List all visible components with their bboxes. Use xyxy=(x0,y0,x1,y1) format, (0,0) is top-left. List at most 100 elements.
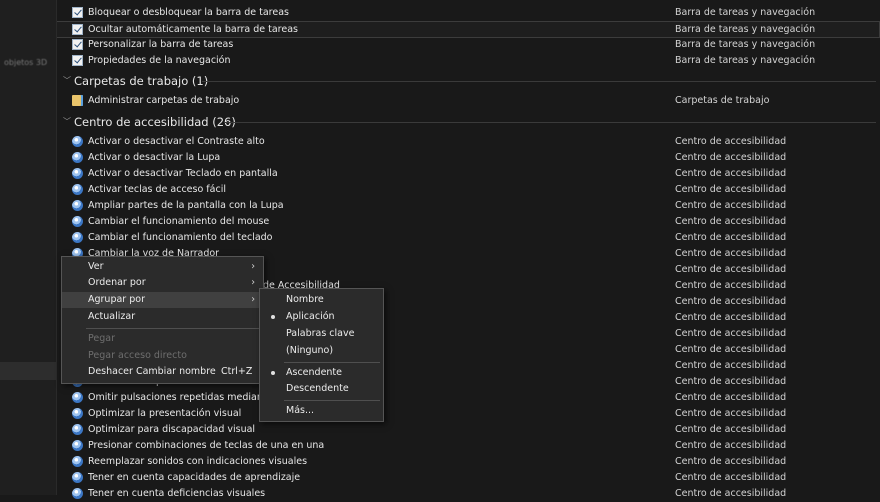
menu-item-paste[interactable]: Pegar xyxy=(62,331,263,347)
item-name: Activar teclas de acceso fácil xyxy=(88,184,226,195)
list-item[interactable]: Cambiar el funcionamiento del teclado Cen… xyxy=(57,230,880,246)
item-name: Ocultar automáticamente la barra de tare… xyxy=(88,24,298,35)
menu-item-label: Descendente xyxy=(286,383,349,394)
menu-item-sort-by[interactable]: Ordenar por › xyxy=(62,275,263,291)
accessibility-icon xyxy=(72,408,83,419)
list-item[interactable]: Tener en cuenta capacidades de aprendiza… xyxy=(57,470,880,486)
navigation-pane[interactable]: objetos 3D xyxy=(0,0,57,495)
list-item[interactable]: Activar o desactivar el Contraste alto Ce… xyxy=(57,134,880,150)
menu-item-refresh[interactable]: Actualizar xyxy=(62,309,263,325)
accessibility-icon xyxy=(72,184,83,195)
item-category: Centro de accesibilidad xyxy=(675,392,787,403)
accessibility-icon xyxy=(72,456,83,467)
item-name: Cambiar el funcionamiento del mouse xyxy=(88,216,270,227)
item-category: Centro de accesibilidad xyxy=(675,408,787,419)
group-divider xyxy=(202,81,876,82)
list-item[interactable]: Propiedades de la navegación Barra de ta… xyxy=(57,53,880,69)
item-category: Centro de accesibilidad xyxy=(675,296,787,307)
item-category: Centro de accesibilidad xyxy=(675,184,787,195)
list-item[interactable]: Tener en cuenta deficiencias visuales Cen… xyxy=(57,486,880,502)
submenu-item-none[interactable]: (Ninguno) xyxy=(260,343,383,359)
taskbar-check-icon xyxy=(72,39,83,50)
group-header-work-folders[interactable]: ﹀ Carpetas de trabajo (1) xyxy=(57,71,880,91)
chevron-down-icon[interactable]: ﹀ xyxy=(63,112,71,132)
menu-item-label: Actualizar xyxy=(88,311,136,322)
item-category: Centro de accesibilidad xyxy=(675,360,787,371)
group-header-accessibility[interactable]: ﹀ Centro de accesibilidad (26) xyxy=(57,112,880,132)
item-name: Ampliar partes de la pantalla con la Lup… xyxy=(88,200,284,211)
list-item[interactable]: Administrar carpetas de trabajo Carpetas… xyxy=(57,93,880,109)
list-item[interactable]: Omitir pulsaciones repetidas mediante Fi… xyxy=(57,390,880,406)
accessibility-icon xyxy=(72,152,83,163)
group-title: Centro de accesibilidad (26) xyxy=(74,115,236,129)
sidebar-selected-item[interactable] xyxy=(0,362,56,380)
menu-item-undo-rename[interactable]: Deshacer Cambiar nombre Ctrl+Z xyxy=(62,364,263,380)
item-category: Centro de accesibilidad xyxy=(675,216,787,227)
item-name: Personalizar la barra de tareas xyxy=(88,39,234,50)
item-category: Centro de accesibilidad xyxy=(675,264,787,275)
list-item[interactable]: Cambiar el funcionamiento del mouse Centr… xyxy=(57,214,880,230)
menu-item-label: Palabras clave xyxy=(286,328,355,339)
item-category: Centro de accesibilidad xyxy=(675,168,787,179)
radio-selected-icon xyxy=(271,371,275,375)
menu-separator xyxy=(284,362,380,363)
sidebar-item[interactable] xyxy=(2,4,56,20)
item-category: Centro de accesibilidad xyxy=(675,200,787,211)
item-name: Optimizar para discapacidad visual xyxy=(88,424,256,435)
list-item[interactable]: Optimizar para discapacidad visual Centro… xyxy=(57,422,880,438)
item-category: Carpetas de trabajo xyxy=(675,95,770,106)
menu-item-label: Deshacer Cambiar nombre xyxy=(88,366,216,377)
menu-item-paste-shortcut[interactable]: Pegar acceso directo xyxy=(62,348,263,364)
item-category: Barra de tareas y navegación xyxy=(675,39,816,50)
item-category: Centro de accesibilidad xyxy=(675,488,787,499)
list-item[interactable]: Optimizar la presentación visual Centro d… xyxy=(57,406,880,422)
accessibility-icon xyxy=(72,440,83,451)
context-menu: Ver › Ordenar por › Agrupar por › Actual… xyxy=(61,256,264,384)
submenu-item-name[interactable]: Nombre xyxy=(260,292,383,308)
list-item[interactable]: Activar o desactivar Teclado en pantalla… xyxy=(57,166,880,182)
control-panel-list: Bloquear o desbloquear la barra de tarea… xyxy=(57,0,880,499)
list-item[interactable]: Bloquear o desbloquear la barra de tarea… xyxy=(57,5,880,21)
sidebar-item[interactable] xyxy=(2,22,56,38)
item-category: Centro de accesibilidad xyxy=(675,136,787,147)
list-item-selected[interactable]: Ocultar automáticamente la barra de tare… xyxy=(57,21,880,38)
item-category: Centro de accesibilidad xyxy=(675,424,787,435)
list-item[interactable]: Presionar combinaciones de teclas de una… xyxy=(57,438,880,454)
list-item[interactable]: Reemplazar sonidos con indicaciones visu… xyxy=(57,454,880,470)
submenu-item-more[interactable]: Más... xyxy=(260,403,383,419)
menu-item-label: Aplicación xyxy=(286,311,335,322)
accessibility-icon xyxy=(72,392,83,403)
group-title: Carpetas de trabajo (1) xyxy=(74,74,209,88)
item-name: Tener en cuenta deficiencias visuales xyxy=(88,488,266,499)
sidebar-item[interactable] xyxy=(2,40,56,56)
submenu-item-keywords[interactable]: Palabras clave xyxy=(260,326,383,342)
chevron-down-icon[interactable]: ﹀ xyxy=(63,71,71,91)
chevron-right-icon: › xyxy=(251,294,255,305)
submenu-item-application[interactable]: Aplicación xyxy=(260,309,383,325)
group-by-submenu: Nombre Aplicación Palabras clave (Ningun… xyxy=(259,288,384,422)
menu-item-label: Ascendente xyxy=(286,367,343,378)
item-category: Barra de tareas y navegación xyxy=(675,24,816,35)
list-item[interactable]: Activar o desactivar la Lupa Centro de ac… xyxy=(57,150,880,166)
item-category: Centro de accesibilidad xyxy=(675,328,787,339)
list-item[interactable]: Personalizar la barra de tareas Barra de… xyxy=(57,37,880,53)
item-name: Tener en cuenta capacidades de aprendiza… xyxy=(88,472,301,483)
menu-item-view[interactable]: Ver › xyxy=(62,259,263,275)
list-item[interactable]: Activar teclas de acceso fácil Centro de … xyxy=(57,182,880,198)
submenu-item-descending[interactable]: Descendente xyxy=(260,381,383,397)
item-name: Activar o desactivar el Contraste alto xyxy=(88,136,265,147)
taskbar-check-icon xyxy=(72,24,83,35)
list-item[interactable]: Ampliar partes de la pantalla con la Lup… xyxy=(57,198,880,214)
menu-item-group-by[interactable]: Agrupar por › xyxy=(62,292,263,308)
accessibility-icon xyxy=(72,168,83,179)
accessibility-icon xyxy=(72,488,83,499)
radio-selected-icon xyxy=(271,315,275,319)
item-name: Reemplazar sonidos con indicaciones visu… xyxy=(88,456,308,467)
menu-item-label: Más... xyxy=(286,405,315,416)
item-category: Centro de accesibilidad xyxy=(675,344,787,355)
taskbar-check-icon xyxy=(72,7,83,18)
submenu-item-ascending[interactable]: Ascendente xyxy=(260,365,383,381)
sidebar-item[interactable]: objetos 3D xyxy=(2,58,56,74)
item-name: Administrar carpetas de trabajo xyxy=(88,95,240,106)
item-category: Centro de accesibilidad xyxy=(675,280,787,291)
